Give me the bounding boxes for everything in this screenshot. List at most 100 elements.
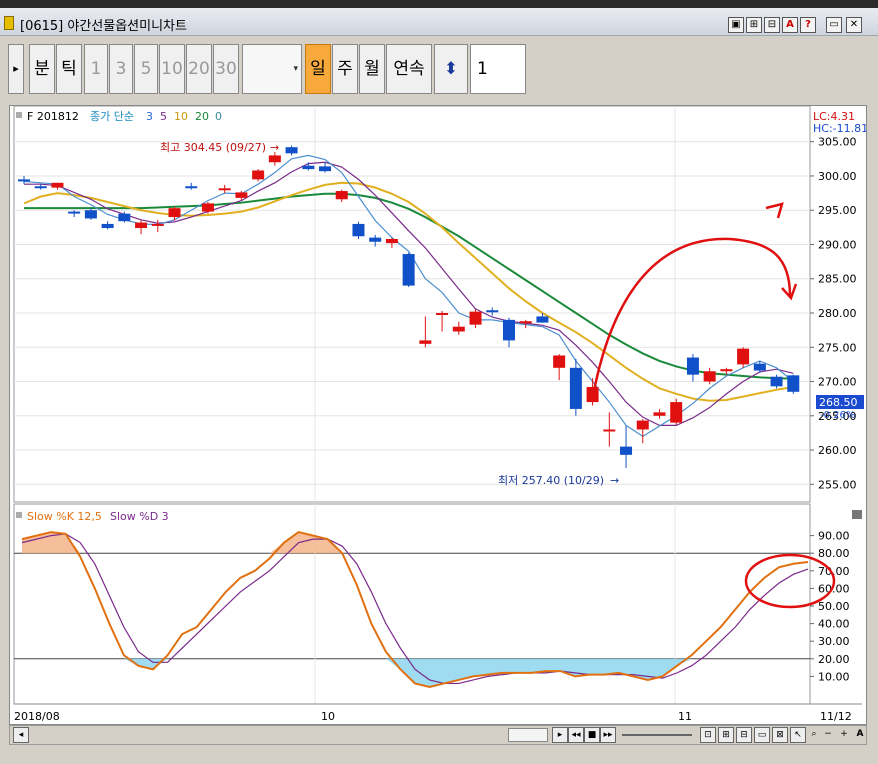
tool-icon-1[interactable]: ⊡ [700,727,716,743]
scroll-thumb[interactable] [508,728,548,742]
candle-body [168,208,181,218]
rewind-icon[interactable]: ◂◂ [568,727,584,743]
candle-body [770,376,783,387]
window-btn-3[interactable]: ⊟ [764,17,780,33]
period-1-button[interactable]: 1 [84,44,108,94]
close-icon[interactable]: ✕ [846,17,862,33]
x-label-end: 11/12 [820,710,852,723]
candle-body [135,222,148,229]
price-tick-label: 290.00 [818,238,857,251]
x-axis: 2018/08 10 11 11/12 [14,710,852,723]
tool-icon-5[interactable]: ⊠ [772,727,788,743]
font-icon[interactable]: A [782,17,798,33]
candle-body [519,321,532,324]
candle-body [252,170,265,180]
window-titlebar: [0615] 야간선물옵션미니차트 ▣ ⊞ ⊟ A ? ▭ ✕ [0,8,878,36]
candle-body [553,355,566,368]
speed-slider[interactable] [622,734,692,736]
play-icon[interactable]: ▸ [552,727,568,743]
minute-button[interactable]: 분 [29,44,55,94]
candle-body [753,363,766,371]
low-label: 최저 257.40 (10/29) [498,474,604,487]
period-10-button[interactable]: 10 [159,44,185,94]
daily-button[interactable]: 일 [305,44,331,94]
expand-icon[interactable]: ▸ [8,44,24,94]
osc-tick-label: 30.00 [818,635,850,648]
weekly-button[interactable]: 주 [332,44,358,94]
scroll-left-icon[interactable]: ◂ [13,727,29,743]
price-tick-label: 280.00 [818,307,857,320]
candle-body [84,210,97,219]
candle-body [436,313,449,315]
osc-collapse-icon[interactable] [852,510,862,519]
tool-icon-2[interactable]: ⊞ [718,727,734,743]
zoom-in-icon[interactable]: + [836,727,852,743]
candle-body [285,147,298,154]
candle-body [51,182,64,188]
price-tick-label: 255.00 [818,478,857,491]
slow-d-label: Slow %D 3 [110,510,169,523]
candle-body [118,213,131,222]
candle-body [235,192,248,198]
font-size-icon[interactable]: A [852,727,868,743]
candle-body [34,186,47,189]
chevron-down-icon: ▾ [293,64,298,74]
monthly-button[interactable]: 월 [359,44,385,94]
period-5-button[interactable]: 5 [134,44,158,94]
candle-body [653,412,666,416]
low-arrow-icon: → [610,474,619,487]
updown-icon[interactable]: ⬍ [434,44,468,94]
legend-marker [16,112,22,118]
candle-body [452,326,465,332]
price-chart[interactable]: 305.00 300.00 295.00 290.00 285.00 280.00 275.… [10,105,868,724]
candle-body [369,237,382,242]
change-pct: -0.26% [820,410,855,421]
candle-body [469,311,482,325]
candle-body [302,165,315,170]
candle-body [636,420,649,430]
help-icon[interactable]: ? [800,17,816,33]
continuous-button[interactable]: 연속 [386,44,432,94]
window-btn-1[interactable]: ▣ [728,17,744,33]
ma-period-10: 10 [174,110,188,123]
tool-icon-3[interactable]: ⊟ [736,727,752,743]
forward-icon[interactable]: ▸▸ [600,727,616,743]
window-title: [0615] 야간선물옵션미니차트 [20,19,187,34]
period-3-button[interactable]: 3 [109,44,133,94]
bottom-scroll-bar: ◂ ▸ ◂◂ ■ ▸▸ ⊡ ⊞ ⊟ ▭ ⊠ ↖ ⌕ − + A [9,725,867,745]
window-btn-2[interactable]: ⊞ [746,17,762,33]
x-label-nov: 11 [678,710,692,723]
count-input[interactable]: 1 [470,44,526,94]
high-label: 최고 304.45 (09/27) [160,141,266,154]
slow-k-label: Slow %K 12,5 [27,510,102,523]
candle-body [268,155,281,163]
app-icon [4,16,14,30]
period-toolbar: ▸ 분 틱 1 3 5 10 20 30 ▾ 일 주 월 연속 ⬍ 1 [0,38,878,100]
cursor-icon[interactable]: ↖ [790,727,806,743]
candle-body [201,203,214,212]
high-arrow-icon: → [270,141,279,154]
candle-body [603,429,616,432]
price-tick-label: 295.00 [818,204,857,217]
candle-body [536,316,549,323]
candle-body [319,166,332,172]
candle-body [720,369,733,372]
zoom-out-icon[interactable]: − [820,727,836,743]
price-pane [13,105,811,503]
candle-body [486,310,499,313]
candle-body [185,186,198,189]
tool-icon-4[interactable]: ▭ [754,727,770,743]
osc-tick-label: 80.00 [818,547,850,560]
price-tick-label: 285.00 [818,273,857,286]
period-20-button[interactable]: 20 [186,44,212,94]
minimize-icon[interactable]: ▭ [826,17,842,33]
candle-body [419,340,432,344]
candle-body [68,211,81,214]
period-select[interactable]: ▾ [242,44,302,94]
stop-icon[interactable]: ■ [584,727,600,743]
top-taskbar-strip [0,0,878,8]
tick-button[interactable]: 틱 [56,44,82,94]
period-30-button[interactable]: 30 [213,44,239,94]
candle-body [787,375,800,392]
candle-body [335,191,348,200]
